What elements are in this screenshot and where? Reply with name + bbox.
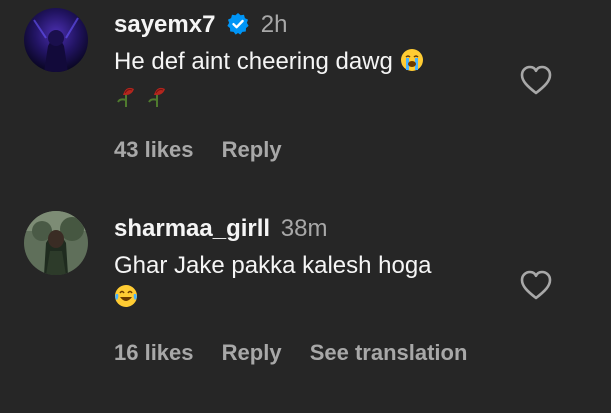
face-with-tears-of-joy-icon [114, 284, 138, 317]
wilted-rose-icon [145, 83, 169, 116]
see-translation-button[interactable]: See translation [310, 340, 468, 365]
comment-text-content: He def aint cheering dawg [114, 48, 393, 75]
comment-text-content: Ghar Jake pakka kalesh hoga [114, 252, 432, 279]
likes-count[interactable]: 16 likes [114, 340, 194, 365]
likes-count[interactable]: 43 likes [114, 137, 194, 162]
comment-item: sharmaa_girll 38m Ghar Jake pakka kalesh… [0, 200, 611, 413]
comment-item: sayemx7 2h He def aint cheering dawg 43 … [0, 0, 611, 200]
reply-button[interactable]: Reply [222, 137, 282, 162]
avatar[interactable] [24, 211, 88, 275]
comment-header: sayemx7 2h [114, 10, 521, 40]
reply-button[interactable]: Reply [222, 340, 282, 365]
heart-icon [520, 270, 552, 300]
heart-icon [520, 65, 552, 95]
comment-time: 2h [260, 11, 288, 38]
comment-actions: 43 likes Reply [114, 137, 304, 163]
comment-actions: 16 likes Reply See translation [114, 340, 489, 366]
username[interactable]: sayemx7 [114, 11, 215, 38]
like-button[interactable] [519, 64, 553, 96]
comment-text: Ghar Jake pakka kalesh hoga [114, 250, 521, 317]
loudly-crying-face-icon [400, 48, 424, 81]
wilted-rose-icon [114, 83, 138, 116]
avatar[interactable] [24, 8, 88, 72]
verified-badge-icon [226, 12, 250, 44]
comment-text: He def aint cheering dawg [114, 46, 521, 116]
username[interactable]: sharmaa_girll [114, 215, 270, 242]
comment-time: 38m [280, 215, 328, 242]
comment-header: sharmaa_girll 38m [114, 214, 521, 244]
like-button[interactable] [519, 269, 553, 301]
